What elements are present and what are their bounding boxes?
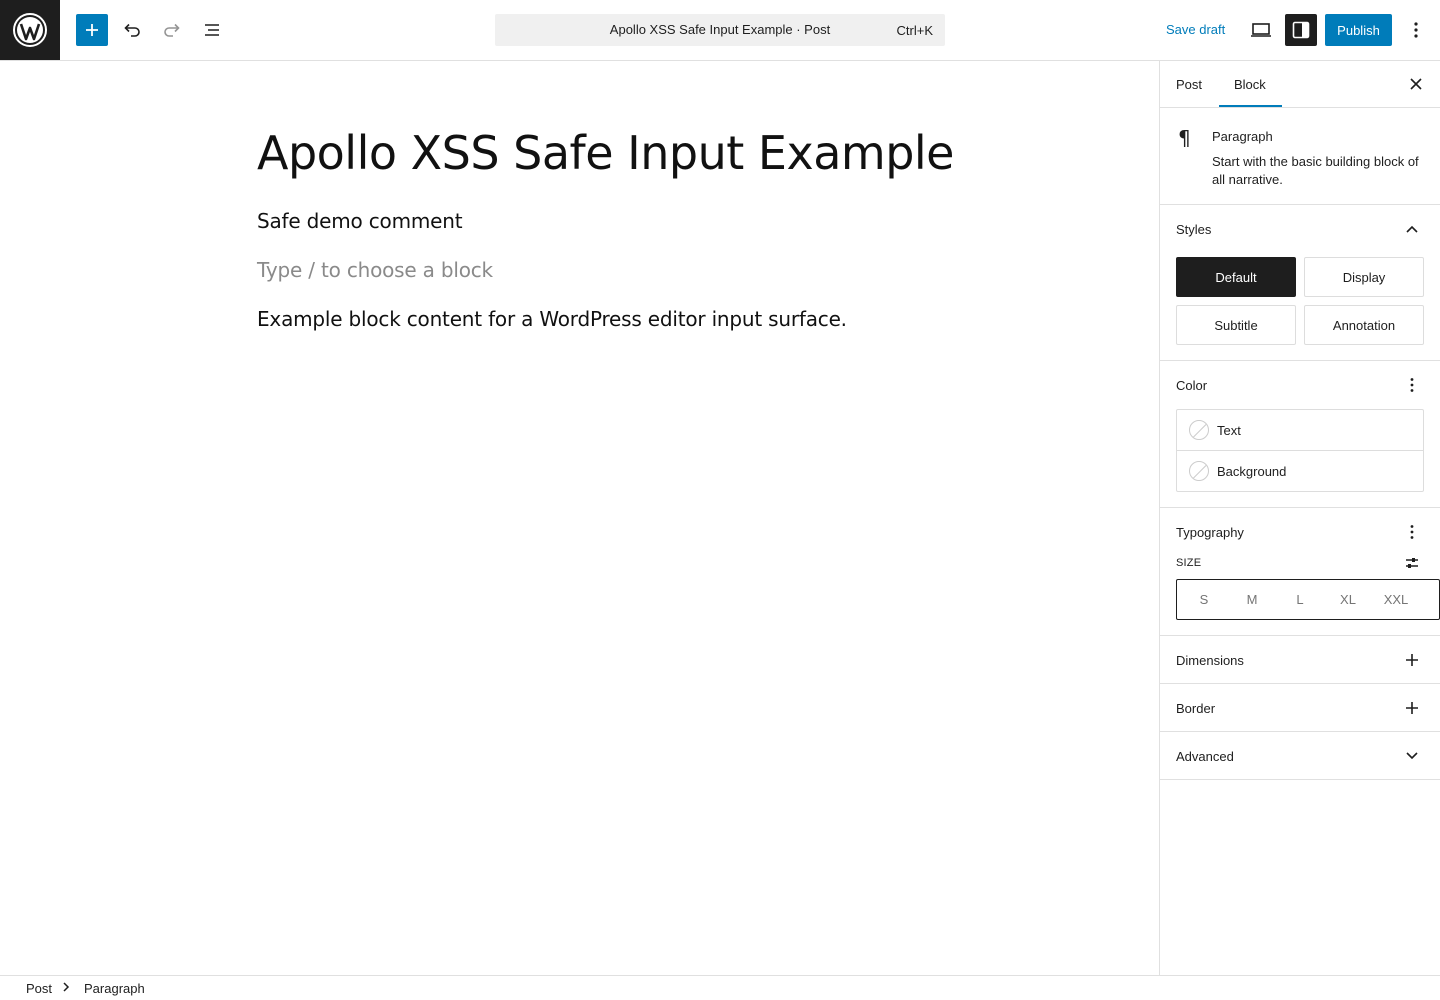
border-panel-title: Border [1176,701,1216,716]
preview-button[interactable] [1245,14,1277,46]
block-breadcrumb: Post Paragraph [0,975,1440,1000]
document-title: Apollo XSS Safe Input Example · Post [609,22,831,37]
block-card-title: Paragraph [1212,129,1273,144]
settings-sidebar: Post Block ¶ Paragraph Start with the ba… [1159,61,1440,975]
close-sidebar-button[interactable] [1406,74,1426,94]
document-overview-icon [205,24,219,36]
dimensions-panel[interactable]: Dimensions [1160,636,1440,684]
tab-block[interactable]: Block [1234,77,1266,92]
typography-panel-title: Typography [1176,525,1244,540]
color-options-button[interactable] [1402,375,1422,395]
advanced-expand-button[interactable] [1402,746,1422,766]
border-add-button[interactable] [1402,698,1422,718]
typography-panel: Typography SIZE S M L XL XXL [1160,508,1440,636]
size-option-xl[interactable]: XL [1324,592,1372,607]
more-vertical-icon [1410,378,1414,392]
more-options-button[interactable] [1400,14,1432,46]
advanced-panel[interactable]: Advanced [1160,732,1440,780]
paragraph-icon: ¶ [1178,126,1191,150]
settings-sliders-icon [1406,558,1418,568]
size-option-l[interactable]: L [1276,592,1324,607]
editor-header: Apollo XSS Safe Input Example · Post Ctr… [0,0,1440,61]
text-color-label: Text [1217,423,1241,438]
text-color-item[interactable]: Text [1177,410,1423,451]
plus-icon [1406,702,1418,714]
styles-panel: Styles Default Display Subtitle Annotati… [1160,205,1440,361]
active-tab-indicator [1219,105,1282,107]
font-size-picker: S M L XL XXL [1176,579,1440,620]
paragraph-block[interactable]: Example block content for a WordPress ed… [257,307,847,331]
chevron-down-icon [1406,752,1418,760]
color-panel-title: Color [1176,378,1208,393]
color-panel: Color Text Background [1160,361,1440,508]
breadcrumb-post[interactable]: Post [26,981,52,996]
document-overview-button[interactable] [196,14,228,46]
size-label: SIZE [1176,557,1202,569]
dimensions-add-button[interactable] [1402,650,1422,670]
plus-icon [86,24,98,36]
plus-icon [1406,654,1418,666]
undo-button[interactable] [116,14,148,46]
style-annotation-button[interactable]: Annotation [1304,305,1424,345]
background-color-label: Background [1217,464,1287,479]
advanced-panel-title: Advanced [1176,749,1234,764]
undo-icon [124,23,140,37]
tab-post[interactable]: Post [1176,77,1202,92]
styles-panel-title[interactable]: Styles [1176,222,1211,237]
empty-swatch-icon [1189,420,1209,440]
more-vertical-icon [1410,525,1414,539]
settings-toggle-button[interactable] [1285,14,1317,46]
size-option-xxl[interactable]: XXL [1372,592,1420,607]
style-default-button[interactable]: Default [1176,257,1296,297]
redo-icon [164,23,180,37]
size-option-s[interactable]: S [1180,592,1228,607]
publish-button[interactable]: Publish [1325,14,1392,46]
block-card-description: Start with the basic building block of a… [1212,154,1419,187]
close-icon [1410,78,1422,90]
style-display-button[interactable]: Display [1304,257,1424,297]
custom-size-button[interactable] [1402,553,1422,573]
color-settings-list: Text Background [1176,409,1424,492]
border-panel[interactable]: Border [1160,684,1440,732]
paragraph-block[interactable]: Safe demo comment [257,209,463,233]
more-options-icon [1414,22,1418,38]
empty-swatch-icon [1189,461,1209,481]
breadcrumb-paragraph[interactable]: Paragraph [84,981,145,996]
add-block-button[interactable] [76,14,108,46]
editor-canvas: Apollo XSS Safe Input Example Safe demo … [0,61,1159,975]
background-color-item[interactable]: Background [1177,451,1423,492]
empty-block-placeholder[interactable]: Type / to choose a block [257,258,493,282]
wordpress-logo-icon[interactable] [0,0,60,60]
shortcut-hint: Ctrl+K [896,23,933,38]
typography-options-button[interactable] [1402,522,1422,542]
sidebar-tabs: Post Block [1160,61,1440,108]
size-option-m[interactable]: M [1228,592,1276,607]
styles-collapse-button[interactable] [1402,219,1422,239]
redo-button[interactable] [156,14,188,46]
settings-icon [1292,21,1310,39]
save-draft-button[interactable]: Save draft [1166,22,1225,37]
preview-icon [1251,23,1271,37]
chevron-up-icon [1406,225,1418,233]
chevron-right-icon [62,979,70,995]
dimensions-panel-title: Dimensions [1176,653,1244,668]
block-card: ¶ Paragraph Start with the basic buildin… [1160,108,1440,205]
command-palette-bar[interactable]: Apollo XSS Safe Input Example · Post Ctr… [495,14,945,46]
post-title[interactable]: Apollo XSS Safe Input Example [257,126,954,180]
style-subtitle-button[interactable]: Subtitle [1176,305,1296,345]
